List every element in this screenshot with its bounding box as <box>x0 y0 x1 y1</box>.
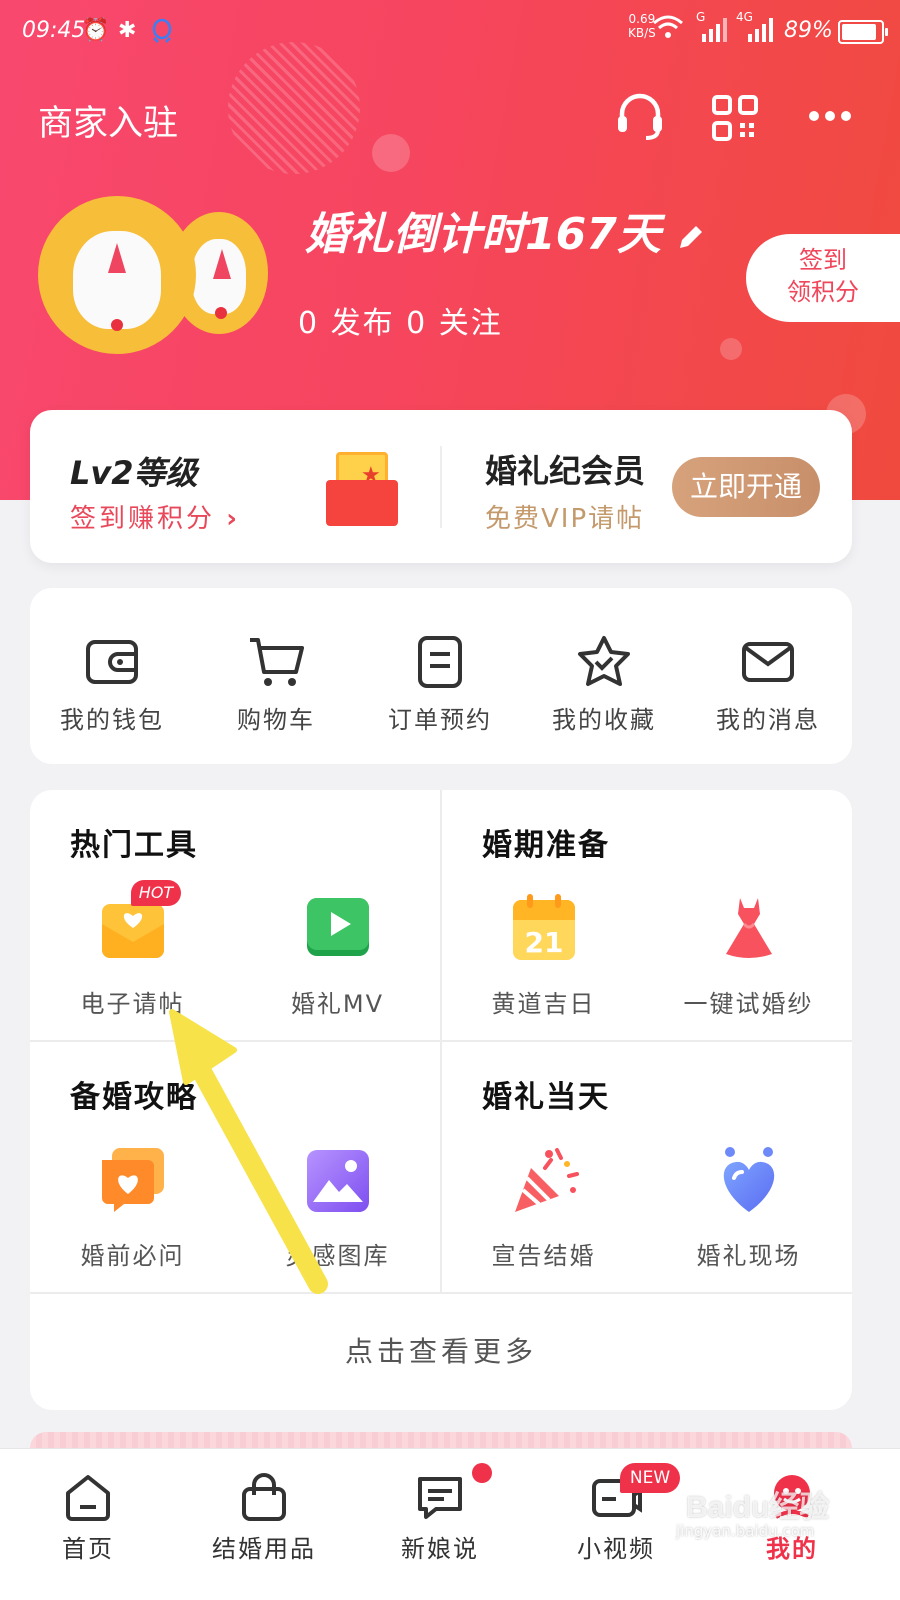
section-title-wedding-day: 婚礼当天 <box>482 1080 610 1115</box>
decorative-dot <box>372 134 410 172</box>
shopping-bag-icon <box>242 1473 286 1521</box>
wedding-countdown[interactable]: 婚礼倒计时167天 <box>305 198 706 263</box>
status-bar: 09:45 ⏰ ✱ 0.69 KB/S G 4G 89% <box>0 0 900 64</box>
avatar[interactable] <box>38 196 196 354</box>
order-icon <box>418 636 462 688</box>
follow-stats[interactable]: 0 发布 0 关注 <box>298 298 503 342</box>
profile-icon <box>774 1475 810 1519</box>
quick-link-cart[interactable]: 购物车 <box>194 588 358 764</box>
section-title-wedding-date-prep: 婚期准备 <box>482 828 610 863</box>
quick-link-orders[interactable]: 订单预约 <box>358 588 522 764</box>
divider <box>440 446 442 528</box>
tab-me[interactable]: 我的 <box>704 1449 880 1600</box>
signal-icon-1 <box>700 18 728 48</box>
tab-wedding-supplies[interactable]: 结婚用品 <box>176 1449 352 1600</box>
wedding-dress-icon <box>726 898 772 958</box>
quick-link-favorites[interactable]: 我的收藏 <box>522 588 686 764</box>
hot-badge: HOT <box>131 880 181 906</box>
alarm-clock-icon: ⏰ <box>82 18 110 43</box>
chevron-right-icon: › <box>226 504 240 534</box>
chat-icon <box>418 1477 462 1519</box>
decorative-dot <box>720 338 742 360</box>
status-time: 09:45 <box>22 18 86 43</box>
video-play-icon <box>307 898 369 956</box>
signal-icon-2 <box>746 18 774 48</box>
favorites-icon <box>578 636 630 686</box>
section-title-hot-tools: 热门工具 <box>70 828 198 863</box>
battery-percent: 89% <box>784 18 833 43</box>
bluetooth-icon: ✱ <box>118 18 137 43</box>
cart-icon <box>250 638 304 686</box>
section-title-wedding-guide: 备婚攻略 <box>70 1080 198 1115</box>
red-envelope-icon: ★ <box>326 452 398 526</box>
wifi-icon <box>652 14 684 46</box>
heart-chat-icon <box>102 1148 164 1212</box>
party-popper-icon <box>515 1148 579 1212</box>
merchant-entry-link[interactable]: 商家入驻 <box>38 95 178 146</box>
message-icon <box>742 642 794 682</box>
quick-link-wallet[interactable]: 我的钱包 <box>30 588 194 764</box>
wallet-icon <box>86 640 138 684</box>
tab-home[interactable]: 首页 <box>0 1449 176 1600</box>
divider <box>30 1040 852 1042</box>
home-icon <box>66 1475 110 1521</box>
bottom-tab-bar: 首页 结婚用品 新娘说 小视频 我的 NEW <box>0 1448 900 1600</box>
battery-icon <box>838 20 888 44</box>
vip-subtitle: 免费VIP请帖 <box>485 504 645 534</box>
membership-card: Lv2等级 签到赚积分 › ★ 婚礼纪会员 免费VIP请帖 立即开通 <box>30 410 852 563</box>
new-badge: NEW <box>620 1463 680 1493</box>
tools-card: 热门工具 HOT 电子请帖 婚礼MV 婚期准备 21 黄道吉日 一键试婚纱 备婚… <box>30 790 852 1410</box>
notification-dot <box>472 1463 492 1483</box>
qq-icon <box>150 18 174 50</box>
gallery-icon <box>307 1150 369 1212</box>
calendar-day-number: 21 <box>525 926 564 959</box>
heart-venue-icon <box>723 1147 775 1212</box>
tab-bride-talk[interactable]: 新娘说 <box>352 1449 528 1600</box>
battery-level <box>842 24 876 40</box>
quick-link-messages[interactable]: 我的消息 <box>686 588 850 764</box>
view-more-link[interactable]: 点击查看更多 <box>30 1330 852 1370</box>
calendar-icon: 21 <box>513 894 575 960</box>
qr-code-icon[interactable] <box>712 95 758 145</box>
edit-pencil-icon[interactable] <box>676 212 706 263</box>
divider <box>30 1292 852 1294</box>
sign-in-points-button[interactable]: 签到 领积分 <box>746 234 900 322</box>
level-title[interactable]: Lv2等级 <box>70 448 198 494</box>
quick-links-card: 我的钱包 购物车 订单预约 我的收藏 我的消息 <box>30 588 852 764</box>
vip-title: 婚礼纪会员 <box>485 452 646 490</box>
open-membership-button[interactable]: 立即开通 <box>672 457 820 517</box>
sign-in-earn-points-link[interactable]: 签到赚积分 › <box>70 498 240 535</box>
customer-service-icon[interactable] <box>614 92 666 146</box>
more-options-icon[interactable] <box>808 108 852 128</box>
